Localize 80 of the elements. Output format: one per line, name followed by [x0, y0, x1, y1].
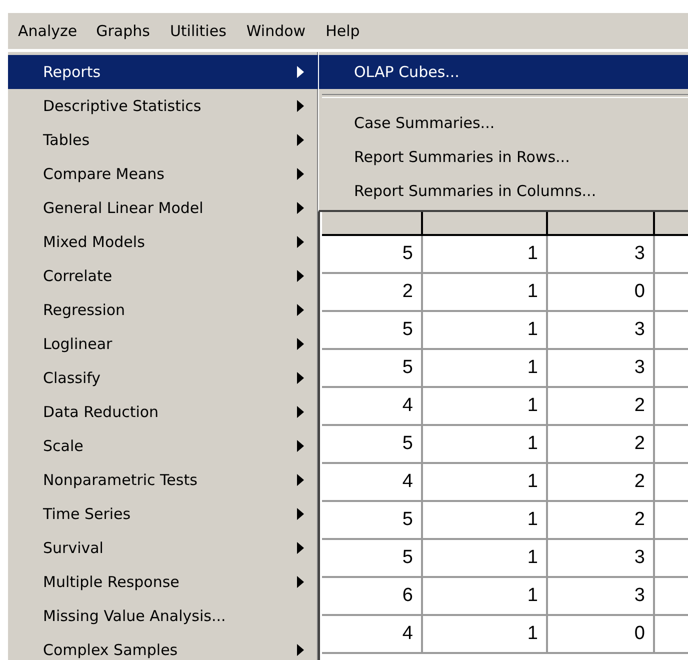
submenu-arrow-icon: [297, 406, 304, 418]
table-cell: 0: [548, 616, 655, 654]
submenu-arrow-icon: [297, 576, 304, 588]
menu-item[interactable]: Multiple Response: [8, 565, 318, 599]
submenu-arrow-icon: [297, 338, 304, 350]
submenu-arrow-icon: [297, 168, 304, 180]
table-cell: 1: [423, 502, 548, 540]
table-cell: 2: [322, 274, 423, 312]
menu-item[interactable]: Descriptive Statistics: [8, 89, 318, 123]
menu-item[interactable]: Mixed Models: [8, 225, 318, 259]
table-cell: 2: [548, 464, 655, 502]
table-cell: 1: [423, 616, 548, 654]
menu-item[interactable]: Report Summaries in Columns...: [319, 174, 688, 208]
menu-item[interactable]: Survival: [8, 531, 318, 565]
table-cell: 4: [322, 616, 423, 654]
menu-item[interactable]: Loglinear: [8, 327, 318, 361]
table-cell: 5: [322, 350, 423, 388]
submenu-arrow-icon: [297, 202, 304, 214]
table-cell: 2: [548, 388, 655, 426]
submenu-arrow-icon: [297, 100, 304, 112]
menu-item[interactable]: Correlate: [8, 259, 318, 293]
menu-bar-item[interactable]: Window: [237, 17, 315, 45]
table-cell: 1: [423, 236, 548, 274]
menu-item[interactable]: Data Reduction: [8, 395, 318, 429]
table-cell: 3: [548, 350, 655, 388]
table-cell: 4: [322, 464, 423, 502]
submenu-arrow-icon: [297, 508, 304, 520]
table-cell: 2: [548, 502, 655, 540]
menu-item[interactable]: Reports: [8, 55, 318, 89]
table-cell: 3: [548, 312, 655, 350]
submenu-arrow-icon: [297, 372, 304, 384]
table-cell: 1: [423, 426, 548, 464]
table-cell: 5: [322, 426, 423, 464]
submenu-arrow-icon: [297, 304, 304, 316]
menu-item[interactable]: Report Summaries in Rows...: [319, 140, 688, 174]
table-cell: 5: [322, 502, 423, 540]
table-cell: 6: [322, 578, 423, 616]
menu-bar-item[interactable]: Help: [316, 17, 369, 45]
table-cell: 3: [548, 236, 655, 274]
menu-item[interactable]: Classify: [8, 361, 318, 395]
menu-item[interactable]: Case Summaries...: [319, 106, 688, 140]
submenu-arrow-icon: [297, 542, 304, 554]
menu-item[interactable]: Scale: [8, 429, 318, 463]
table-cell: 1: [423, 350, 548, 388]
menu-bar-item[interactable]: Graphs: [87, 17, 159, 45]
menu-item[interactable]: OLAP Cubes...: [319, 55, 688, 89]
table-cell: 1: [423, 540, 548, 578]
table-cell: 1: [423, 578, 548, 616]
menu-item[interactable]: Complex Samples: [8, 633, 318, 660]
menu-item[interactable]: General Linear Model: [8, 191, 318, 225]
submenu-arrow-icon: [297, 644, 304, 656]
menu-item[interactable]: Regression: [8, 293, 318, 327]
menu-bar-item[interactable]: Analyze: [10, 18, 86, 44]
column-header[interactable]: [423, 212, 548, 236]
table-cell: 0: [548, 274, 655, 312]
submenu-arrow-icon: [297, 474, 304, 486]
menu-item[interactable]: Missing Value Analysis...: [8, 599, 318, 633]
submenu-arrow-icon: [297, 66, 304, 78]
menu-item[interactable]: Time Series: [8, 497, 318, 531]
table-cell: 2: [548, 426, 655, 464]
column-header[interactable]: [548, 212, 655, 236]
submenu-arrow-icon: [297, 440, 304, 452]
table-cell: 1: [423, 388, 548, 426]
table-cell: 5: [322, 540, 423, 578]
menu-item[interactable]: Compare Means: [8, 157, 318, 191]
table-cell: 5: [322, 312, 423, 350]
table-cell: 4: [322, 388, 423, 426]
submenu-arrow-icon: [297, 134, 304, 146]
table-cell: 3: [548, 578, 655, 616]
menu-item[interactable]: Tables: [8, 123, 318, 157]
table-cell: 5: [322, 236, 423, 274]
submenu-arrow-icon: [297, 236, 304, 248]
table-cell: 1: [423, 464, 548, 502]
table-cell: 1: [423, 312, 548, 350]
menu-item[interactable]: Nonparametric Tests: [8, 463, 318, 497]
column-header[interactable]: [322, 212, 423, 236]
table-cell: 1: [423, 274, 548, 312]
submenu-arrow-icon: [297, 270, 304, 282]
table-cell: 3: [548, 540, 655, 578]
menu-bar-item[interactable]: Utilities: [160, 17, 236, 45]
